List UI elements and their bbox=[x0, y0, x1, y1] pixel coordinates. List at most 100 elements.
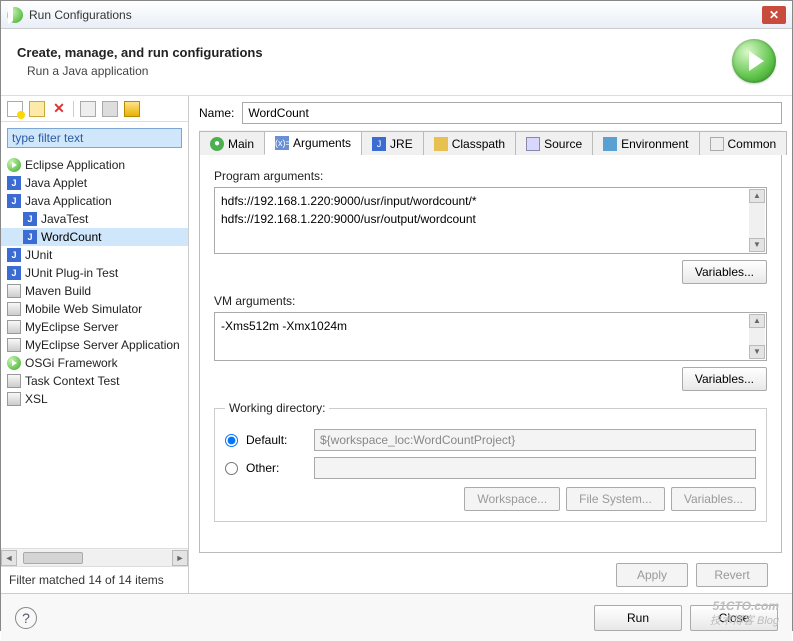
tab-common[interactable]: Common bbox=[699, 131, 788, 155]
tab-label: JRE bbox=[390, 137, 413, 151]
vm-args-input[interactable] bbox=[215, 313, 766, 357]
src-icon bbox=[526, 137, 540, 151]
tab-classpath[interactable]: Classpath bbox=[423, 131, 516, 155]
app-icon bbox=[7, 392, 21, 406]
tree-item-myeclipse-server[interactable]: MyEclipse Server bbox=[1, 318, 188, 336]
tree-item-label: XSL bbox=[25, 392, 48, 406]
page-title: Create, manage, and run configurations bbox=[17, 45, 732, 60]
tree-item-java-application[interactable]: J Java Application bbox=[1, 192, 188, 210]
vm-args-variables-button[interactable]: Variables... bbox=[682, 367, 767, 391]
delete-config-icon[interactable]: ✕ bbox=[51, 101, 67, 117]
tree-item-label: Mobile Web Simulator bbox=[25, 302, 142, 316]
other-label: Other: bbox=[246, 461, 306, 475]
run-button[interactable]: Run bbox=[594, 605, 682, 631]
tree-item-osgi-framework[interactable]: OSGi Framework bbox=[1, 354, 188, 372]
tree-item-junit[interactable]: J JUnit bbox=[1, 246, 188, 264]
tree-item-label: Java Application bbox=[25, 194, 112, 208]
name-label: Name: bbox=[199, 106, 234, 120]
tree-item-label: JUnit bbox=[25, 248, 52, 262]
tree-item-label: JUnit Plug-in Test bbox=[25, 266, 118, 280]
default-dir-input bbox=[314, 429, 756, 451]
run-icon bbox=[7, 158, 21, 172]
tree-item-maven-build[interactable]: Maven Build bbox=[1, 282, 188, 300]
tree-item-wordcount[interactable]: J WordCount bbox=[1, 228, 188, 246]
main-icon: ● bbox=[210, 137, 224, 151]
tree-item-label: MyEclipse Server Application bbox=[25, 338, 180, 352]
tree-item-label: JavaTest bbox=[41, 212, 88, 226]
expand-all-icon[interactable] bbox=[80, 101, 96, 117]
program-args-variables-button[interactable]: Variables... bbox=[682, 260, 767, 284]
collapse-all-icon[interactable] bbox=[102, 101, 118, 117]
wd-variables-button[interactable]: Variables... bbox=[671, 487, 756, 511]
tab-main[interactable]: ●Main bbox=[199, 131, 265, 155]
horizontal-scrollbar[interactable]: ◄ ► bbox=[1, 548, 188, 566]
scroll-up-icon[interactable]: ▲ bbox=[749, 189, 765, 203]
tab-arguments[interactable]: (x)= Arguments bbox=[264, 131, 362, 155]
close-button[interactable]: Close bbox=[690, 605, 778, 631]
filesystem-button[interactable]: File System... bbox=[566, 487, 665, 511]
vm-args-label: VM arguments: bbox=[214, 294, 767, 308]
default-label: Default: bbox=[246, 433, 306, 447]
program-args-label: Program arguments: bbox=[214, 169, 767, 183]
tree-item-label: Java Applet bbox=[25, 176, 87, 190]
default-radio[interactable] bbox=[225, 434, 238, 447]
tree-item-javatest[interactable]: J JavaTest bbox=[1, 210, 188, 228]
app-icon bbox=[7, 374, 21, 388]
tab-label: Source bbox=[544, 137, 582, 151]
config-tree[interactable]: Eclipse Application J Java Applet J Java App… bbox=[1, 154, 188, 548]
java-icon: J bbox=[23, 212, 37, 226]
java-icon: J bbox=[7, 176, 21, 190]
java-icon: J bbox=[7, 248, 21, 262]
tree-item-label: Maven Build bbox=[25, 284, 91, 298]
scroll-right-icon[interactable]: ► bbox=[172, 550, 188, 566]
apply-button[interactable]: Apply bbox=[616, 563, 688, 587]
close-icon[interactable]: ✕ bbox=[762, 6, 786, 24]
tree-item-label: Eclipse Application bbox=[25, 158, 125, 172]
java-icon: J bbox=[23, 230, 37, 244]
app-icon bbox=[7, 338, 21, 352]
tree-item-myeclipse-server-application[interactable]: MyEclipse Server Application bbox=[1, 336, 188, 354]
jre-icon: J bbox=[372, 137, 386, 151]
filter-icon[interactable] bbox=[124, 101, 140, 117]
tree-item-label: OSGi Framework bbox=[25, 356, 118, 370]
tab-environment[interactable]: Environment bbox=[592, 131, 699, 155]
tree-item-junit-plug-in-test[interactable]: J JUnit Plug-in Test bbox=[1, 264, 188, 282]
tree-item-label: WordCount bbox=[41, 230, 101, 244]
java-icon: J bbox=[7, 266, 21, 280]
workspace-button[interactable]: Workspace... bbox=[464, 487, 560, 511]
revert-button[interactable]: Revert bbox=[696, 563, 768, 587]
scroll-up-icon[interactable]: ▲ bbox=[749, 314, 765, 328]
duplicate-config-icon[interactable] bbox=[29, 101, 45, 117]
filter-input[interactable] bbox=[7, 128, 182, 148]
tree-item-mobile-web-simulator[interactable]: Mobile Web Simulator bbox=[1, 300, 188, 318]
tab-label: Arguments bbox=[293, 136, 351, 150]
tree-item-java-applet[interactable]: J Java Applet bbox=[1, 174, 188, 192]
help-icon[interactable]: ? bbox=[15, 607, 37, 629]
app-icon bbox=[7, 320, 21, 334]
tree-item-label: Task Context Test bbox=[25, 374, 120, 388]
program-args-input[interactable] bbox=[215, 188, 766, 250]
tab-source[interactable]: Source bbox=[515, 131, 593, 155]
run-orb-icon bbox=[732, 39, 776, 83]
new-config-icon[interactable] bbox=[7, 101, 23, 117]
java-icon: J bbox=[7, 194, 21, 208]
tab-label: Common bbox=[728, 137, 777, 151]
page-subtitle: Run a Java application bbox=[27, 64, 732, 78]
tab-jre[interactable]: J JRE bbox=[361, 131, 424, 155]
tab-label: Environment bbox=[621, 137, 688, 151]
tree-item-eclipse-application[interactable]: Eclipse Application bbox=[1, 156, 188, 174]
app-icon bbox=[7, 7, 23, 23]
tree-item-task-context-test[interactable]: Task Context Test bbox=[1, 372, 188, 390]
tree-item-label: MyEclipse Server bbox=[25, 320, 118, 334]
tree-item-xsl[interactable]: XSL bbox=[1, 390, 188, 408]
scroll-down-icon[interactable]: ▼ bbox=[749, 345, 765, 359]
filter-status: Filter matched 14 of 14 items bbox=[1, 566, 188, 593]
name-input[interactable] bbox=[242, 102, 782, 124]
working-dir-legend: Working directory: bbox=[225, 401, 329, 415]
common-icon bbox=[710, 137, 724, 151]
other-dir-input[interactable] bbox=[314, 457, 756, 479]
args-icon: (x)= bbox=[275, 136, 289, 150]
scroll-down-icon[interactable]: ▼ bbox=[749, 238, 765, 252]
scroll-left-icon[interactable]: ◄ bbox=[1, 550, 17, 566]
other-radio[interactable] bbox=[225, 462, 238, 475]
